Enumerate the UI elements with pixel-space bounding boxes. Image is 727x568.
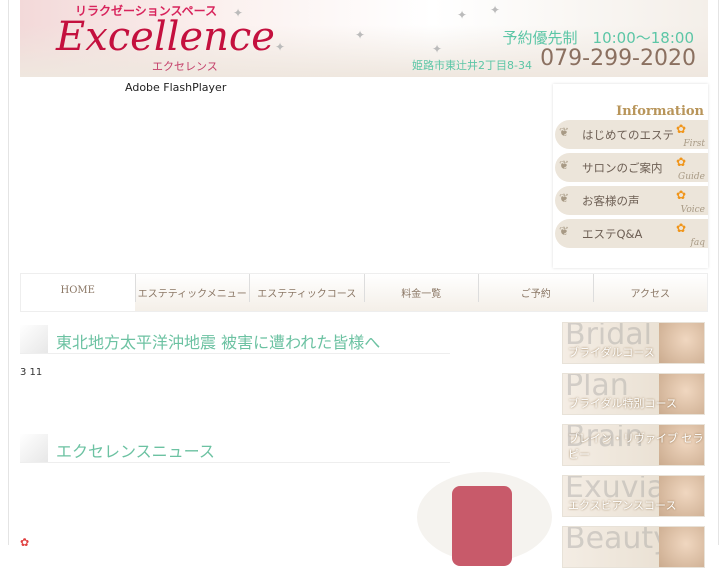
banner-bridal-plan[interactable]: Plan ブライダル特別コース (562, 373, 705, 415)
site-logo[interactable]: Excellence (56, 14, 275, 60)
address: 姫路市東辻井2丁目8-34 (412, 59, 532, 72)
info-item-en: Guide (678, 172, 705, 182)
sparkle-icon: ✦ (275, 40, 286, 54)
heading-text: 東北地方太平洋沖地震 被害に遭われた皆様へ (56, 333, 381, 352)
leaf-ornament-icon: ❦ (559, 191, 570, 205)
nav-price-list[interactable]: 料金一覧 (363, 274, 479, 302)
info-item-voice[interactable]: ❦ お客様の声 ✿ Voice (555, 186, 708, 215)
info-item-en: faq (690, 238, 705, 248)
flower-icon: ✿ (675, 155, 686, 169)
banner-label: ブライダル特別コース (568, 397, 678, 410)
info-item-guide[interactable]: ❦ サロンのご案内 ✿ Guide (555, 153, 708, 182)
information-title: Information (616, 104, 704, 119)
nav-reservation[interactable]: ご予約 (478, 274, 593, 302)
logo-kana: エクセレンス (152, 60, 218, 73)
banner-photo (659, 323, 704, 363)
flower-icon: ✿ (20, 536, 30, 549)
nav-home[interactable]: HOME (21, 274, 135, 311)
leaf-ornament-icon: ❦ (559, 224, 570, 238)
heading-text: エクセレンスニュース (56, 442, 215, 461)
business-hours: 予約優先制 10:00〜18:00 (502, 29, 694, 47)
nav-access[interactable]: アクセス (592, 274, 708, 302)
sparkle-icon: ✦ (432, 42, 443, 56)
info-item-label: はじめてのエステ (582, 128, 674, 142)
info-item-label: サロンのご案内 (582, 161, 663, 175)
sparkle-icon: ✦ (457, 8, 468, 22)
information-panel: Information ❦ はじめてのエステ ✿ First ❦ サロンのご案内 ✿ Gui… (553, 84, 708, 268)
main-nav: HOME エステティックメニュー エステティックコース 料金一覧 ご予約 アクセ… (20, 273, 708, 312)
banner-label: エクスビアンスコース (568, 499, 677, 512)
ornament-icon (20, 325, 48, 353)
post-date: 3 11 (20, 367, 43, 378)
nav-esthetic-menu[interactable]: エステティックメニュー (134, 274, 250, 302)
flash-player-placeholder[interactable]: Adobe FlashPlayer (125, 81, 226, 94)
earthquake-heading: 東北地方太平洋沖地震 被害に遭われた皆様へ (20, 323, 450, 354)
nav-esthetic-course[interactable]: エステティックコース (249, 274, 364, 302)
banner-label: ブレイン・リヴァイブ セラピー (568, 432, 704, 461)
gift-image (417, 472, 552, 566)
gift-box (452, 486, 512, 566)
ornament-icon (20, 434, 48, 462)
banner-bg-text: Beauty (565, 526, 671, 556)
banner-exuviance[interactable]: Exuviance エクスビアンスコース (562, 475, 705, 517)
info-item-label: エステQ&A (582, 227, 643, 241)
banner-photo (659, 527, 704, 567)
banner-label: ブライダルコース (568, 346, 655, 359)
banner-beauty[interactable]: Beauty (562, 526, 705, 568)
banner-brain-revive[interactable]: Brain ブレイン・リヴァイブ セラピー (562, 424, 705, 466)
flower-icon: ✿ (675, 122, 686, 136)
sparkle-icon: ✦ (490, 3, 501, 17)
news-heading: エクセレンスニュース (20, 432, 450, 463)
site-header: ✦ ✦ ✦ ✦ ✦ ✦ リラクゼーションスペース Excellence エクセレ… (20, 0, 708, 77)
info-item-label: お客様の声 (582, 194, 640, 208)
sparkle-icon: ✦ (355, 28, 366, 42)
info-item-faq[interactable]: ❦ エステQ&A ✿ faq (555, 219, 708, 248)
leaf-ornament-icon: ❦ (559, 158, 570, 172)
flower-icon: ✿ (675, 221, 686, 235)
info-item-en: Voice (680, 205, 705, 215)
info-item-first[interactable]: ❦ はじめてのエステ ✿ First (555, 120, 708, 149)
banner-bridal[interactable]: Bridal ブライダルコース (562, 322, 705, 364)
info-item-en: First (683, 139, 705, 149)
phone-number: 079-299-2020 (540, 46, 696, 71)
leaf-ornament-icon: ❦ (559, 125, 570, 139)
flower-icon: ✿ (675, 188, 686, 202)
